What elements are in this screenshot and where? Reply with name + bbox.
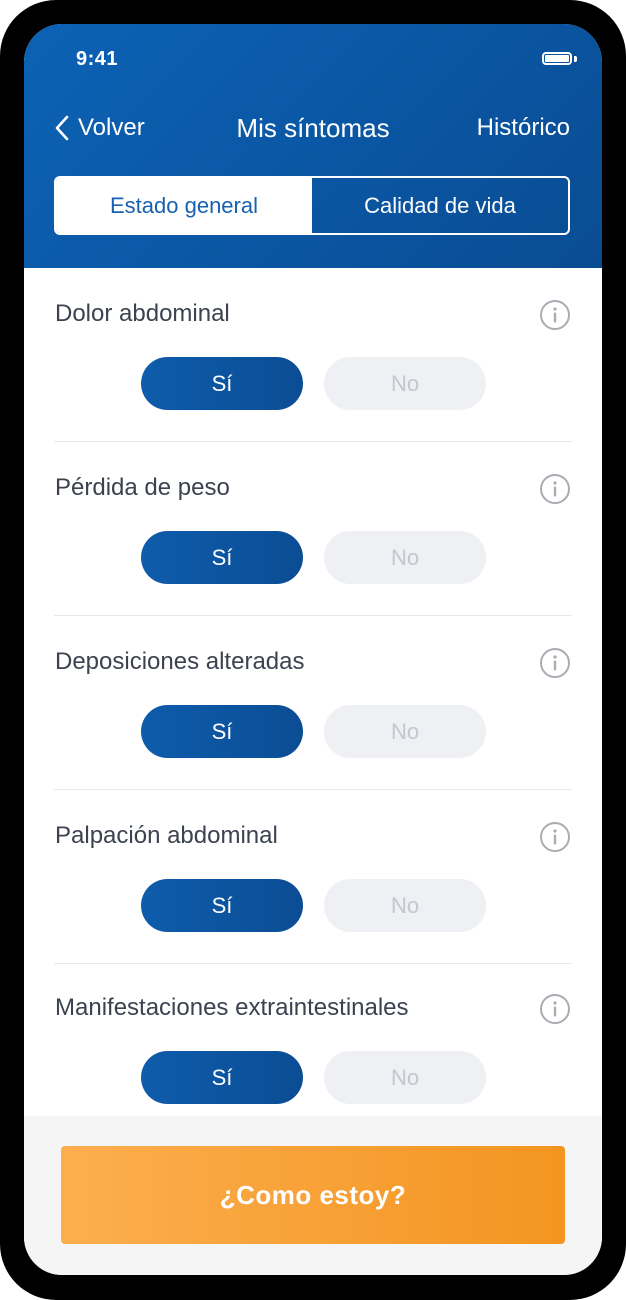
battery-icon <box>542 52 572 65</box>
app-screen: 9:41 Volver Mis síntomas Histórico Estad… <box>24 24 602 1275</box>
tab-bar: Estado general Calidad de vida <box>54 176 570 235</box>
info-icon[interactable] <box>540 648 570 678</box>
tab-estado-general[interactable]: Estado general <box>56 178 312 233</box>
info-icon[interactable] <box>540 994 570 1024</box>
info-icon[interactable] <box>540 300 570 330</box>
footer: ¿Como estoy? <box>24 1116 602 1275</box>
symptom-label: Palpación abdominal <box>55 822 278 849</box>
no-button[interactable]: No <box>324 705 486 758</box>
symptom-list: Dolor abdominal Sí No Pérdida de peso Sí… <box>24 268 602 1116</box>
yes-button[interactable]: Sí <box>141 531 303 584</box>
yes-button[interactable]: Sí <box>141 1051 303 1104</box>
no-button[interactable]: No <box>324 357 486 410</box>
symptom-label: Deposiciones alteradas <box>55 648 305 675</box>
status-time: 9:41 <box>76 48 119 70</box>
how-am-i-button[interactable]: ¿Como estoy? <box>61 1146 565 1244</box>
symptom-item: Deposiciones alteradas Sí No <box>54 616 572 790</box>
info-icon[interactable] <box>540 474 570 504</box>
symptom-label: Pérdida de peso <box>55 474 230 501</box>
symptom-item: Pérdida de peso Sí No <box>54 442 572 616</box>
yes-button[interactable]: Sí <box>141 705 303 758</box>
yes-button[interactable]: Sí <box>141 879 303 932</box>
no-button[interactable]: No <box>324 879 486 932</box>
no-button[interactable]: No <box>324 531 486 584</box>
yes-button[interactable]: Sí <box>141 357 303 410</box>
header: 9:41 Volver Mis síntomas Histórico Estad… <box>24 24 602 268</box>
battery-tip <box>574 56 577 62</box>
tab-calidad-de-vida[interactable]: Calidad de vida <box>312 178 568 233</box>
symptom-label: Dolor abdominal <box>55 300 230 327</box>
info-icon[interactable] <box>540 822 570 852</box>
no-button[interactable]: No <box>324 1051 486 1104</box>
symptom-item: Dolor abdominal Sí No <box>54 268 572 442</box>
history-button[interactable]: Histórico <box>477 112 570 144</box>
symptom-item: Palpación abdominal Sí No <box>54 790 572 964</box>
symptom-item: Manifestaciones extraintestinales Sí No <box>54 962 572 1136</box>
symptom-label: Manifestaciones extraintestinales <box>55 994 409 1021</box>
